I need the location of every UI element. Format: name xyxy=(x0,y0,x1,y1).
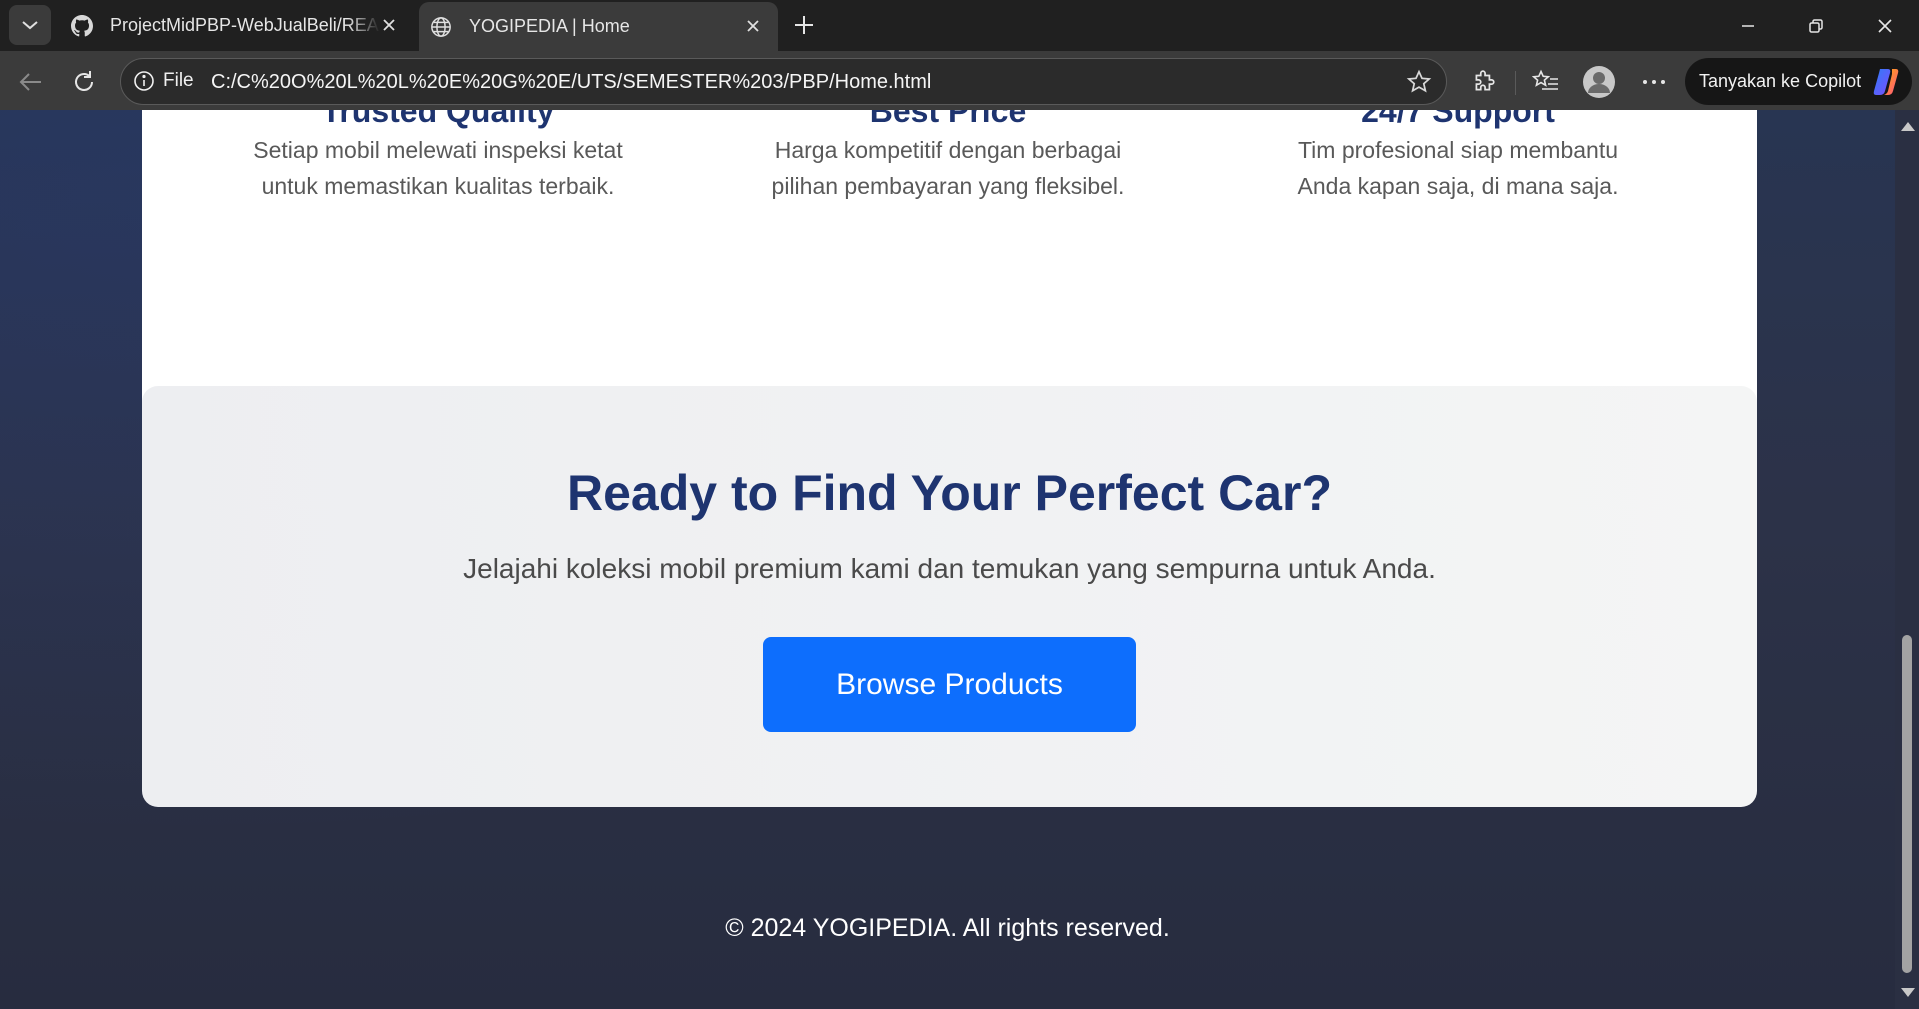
chevron-down-icon xyxy=(22,21,38,30)
close-icon xyxy=(1878,18,1892,33)
site-info-button[interactable]: File xyxy=(133,70,194,92)
settings-more-button[interactable] xyxy=(1636,64,1672,100)
page-footer: © 2024 YOGIPEDIA. All rights reserved. xyxy=(725,914,1170,942)
toolbar-divider xyxy=(1515,71,1516,95)
minimize-button[interactable] xyxy=(1714,0,1782,51)
feature-title: 24/7 Support xyxy=(1361,110,1555,129)
url-text[interactable]: C:/C%20O%20L%20L%20E%20G%20E/UTS/SEMESTE… xyxy=(211,71,931,94)
tab-github-readme[interactable]: ProjectMidPBP-WebJualBeli/READ xyxy=(58,0,414,51)
cta-section: Ready to Find Your Perfect Car? Jelajahi… xyxy=(142,386,1757,807)
feature-title: Trusted Quality xyxy=(321,110,555,129)
feature-description: Tim profesional siap membantu Anda kapan… xyxy=(1297,137,1619,199)
copilot-icon xyxy=(1873,69,1899,95)
refresh-button[interactable] xyxy=(66,64,102,100)
scheme-label: File xyxy=(163,70,194,91)
scroll-down-arrow-icon[interactable] xyxy=(1901,988,1915,997)
tab-title: ProjectMidPBP-WebJualBeli/READ xyxy=(110,15,380,35)
more-horizontal-icon xyxy=(1643,80,1665,84)
copilot-button[interactable]: Tanyakan ke Copilot xyxy=(1685,58,1912,105)
refresh-icon xyxy=(75,71,93,91)
restore-icon xyxy=(1809,18,1823,33)
tab-title: YOGIPEDIA | Home xyxy=(469,16,630,36)
star-icon xyxy=(1406,69,1432,93)
tab-actions-menu-button[interactable] xyxy=(9,5,51,45)
extensions-button[interactable] xyxy=(1466,64,1502,100)
page-viewport: Trusted Quality Setiap mobil melewati in… xyxy=(0,110,1919,1009)
favorites-list-icon xyxy=(1532,69,1558,90)
scroll-up-arrow-icon[interactable] xyxy=(1901,122,1915,131)
feature-title: Best Price xyxy=(869,110,1027,129)
favorites-button[interactable] xyxy=(1528,64,1564,100)
cta-title: Ready to Find Your Perfect Car? xyxy=(567,465,1332,521)
favorite-star-button[interactable] xyxy=(1402,65,1436,99)
info-icon xyxy=(134,71,154,91)
tab-yogipedia-home[interactable]: YOGIPEDIA | Home xyxy=(419,2,778,51)
github-icon xyxy=(70,14,94,38)
close-icon[interactable] xyxy=(376,12,402,38)
back-arrow-icon xyxy=(19,73,41,91)
vertical-scrollbar[interactable] xyxy=(1895,110,1919,1009)
close-icon[interactable] xyxy=(740,13,766,39)
profile-button[interactable] xyxy=(1581,64,1617,100)
close-window-button[interactable] xyxy=(1851,0,1919,51)
avatar xyxy=(1583,66,1615,98)
feature-description: Setiap mobil melewati inspeksi ketat unt… xyxy=(253,137,623,199)
new-tab-button[interactable] xyxy=(786,10,822,40)
copilot-label: Tanyakan ke Copilot xyxy=(1699,71,1862,91)
cta-subtitle: Jelajahi koleksi mobil premium kami dan … xyxy=(463,553,1436,584)
feature-description: Harga kompetitif dengan berbagai pilihan… xyxy=(771,137,1125,199)
minimize-icon xyxy=(1742,24,1754,27)
restore-button[interactable] xyxy=(1782,0,1850,51)
tab-strip: ProjectMidPBP-WebJualBeli/READ YOGIPEDIA… xyxy=(0,0,1919,51)
back-button[interactable] xyxy=(12,64,48,100)
address-bar[interactable]: File C:/C%20O%20L%20L%20E%20G%20E/UTS/SE… xyxy=(120,58,1447,105)
plus-icon xyxy=(795,16,813,34)
scrollbar-thumb[interactable] xyxy=(1902,635,1912,973)
globe-icon xyxy=(429,15,453,39)
browse-products-button[interactable]: Browse Products xyxy=(763,637,1136,732)
puzzle-icon xyxy=(1475,70,1495,91)
browser-toolbar: File C:/C%20O%20L%20L%20E%20G%20E/UTS/SE… xyxy=(0,51,1919,110)
